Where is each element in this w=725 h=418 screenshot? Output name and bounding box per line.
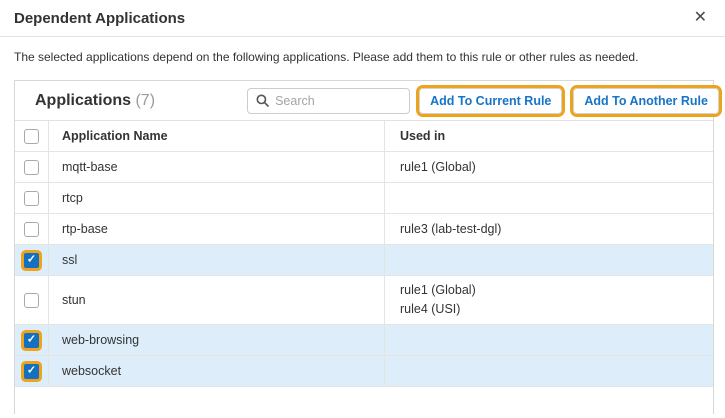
used-in [384,356,713,386]
row-checkbox-cell [15,276,48,324]
close-icon[interactable]: ✕ [690,8,711,28]
table-row[interactable]: mqtt-base rule1 (Global) [15,152,713,183]
row-checkbox-cell: ✓ [15,325,48,355]
used-in-line: rule3 (lab-test-dgl) [400,220,713,239]
row-checkbox[interactable] [24,222,39,237]
checkmark-icon: ✓ [27,254,36,265]
dialog-title: Dependent Applications [14,10,185,27]
table-row[interactable]: ✓ websocket [15,356,713,387]
used-in-line: rule1 (Global) [400,281,713,300]
section-title-text: Applications [35,92,131,109]
used-in [384,183,713,213]
table-header-row: Application Name Used in [15,121,713,152]
table-row[interactable]: ✓ ssl [15,245,713,276]
used-in: rule1 (Global) [384,152,713,182]
used-in: rule1 (Global)rule4 (USI) [384,276,713,324]
search-icon [256,94,269,107]
applications-panel: Applications (7) Add To Current Rule Add… [14,80,714,414]
row-checkbox-cell: ✓ [15,356,48,386]
row-checkbox[interactable] [24,160,39,175]
application-name: web-browsing [48,325,384,355]
add-to-current-rule-highlight-ring: Add To Current Rule [416,85,565,117]
select-all-cell [15,121,48,151]
row-checkbox[interactable]: ✓ [24,253,39,268]
add-to-current-rule-button[interactable]: Add To Current Rule [419,88,562,114]
row-checkbox-cell [15,214,48,244]
row-checkbox[interactable]: ✓ [24,364,39,379]
dependent-applications-dialog: Dependent Applications ✕ The selected ap… [0,0,725,418]
search-input[interactable] [275,94,401,108]
application-name: stun [48,276,384,324]
applications-toolbar: Applications (7) Add To Current Rule Add… [15,81,713,121]
row-checkbox[interactable] [24,191,39,206]
application-name: rtp-base [48,214,384,244]
search-box [247,88,410,114]
column-header-used-in: Used in [384,121,713,151]
column-header-application-name: Application Name [48,121,384,151]
add-to-another-rule-highlight-ring: Add To Another Rule [570,85,722,117]
row-checkbox-cell [15,183,48,213]
section-title: Applications (7) [35,92,155,110]
dialog-header: Dependent Applications ✕ [0,0,725,37]
row-checkbox-cell: ✓ [15,245,48,275]
table-row[interactable]: rtp-base rule3 (lab-test-dgl) [15,214,713,245]
application-name: rtcp [48,183,384,213]
checkmark-icon: ✓ [27,365,36,376]
checkmark-icon: ✓ [27,334,36,345]
application-name: mqtt-base [48,152,384,182]
used-in-line: rule4 (USI) [400,300,713,319]
table-row[interactable]: ✓ web-browsing [15,325,713,356]
applications-count: (7) [135,92,155,109]
row-checkbox[interactable]: ✓ [24,333,39,348]
table-row[interactable]: rtcp [15,183,713,214]
select-all-checkbox[interactable] [24,129,39,144]
application-name: ssl [48,245,384,275]
dialog-description: The selected applications depend on the … [14,50,711,64]
used-in-line: rule1 (Global) [400,158,713,177]
add-to-another-rule-button[interactable]: Add To Another Rule [573,88,719,114]
table-row[interactable]: stunrule1 (Global)rule4 (USI) [15,276,713,325]
used-in [384,325,713,355]
row-checkbox-cell [15,152,48,182]
row-checkbox[interactable] [24,293,39,308]
used-in [384,245,713,275]
application-name: websocket [48,356,384,386]
used-in: rule3 (lab-test-dgl) [384,214,713,244]
table-body: mqtt-base rule1 (Global) rtcprtp-base rule3… [15,152,713,387]
